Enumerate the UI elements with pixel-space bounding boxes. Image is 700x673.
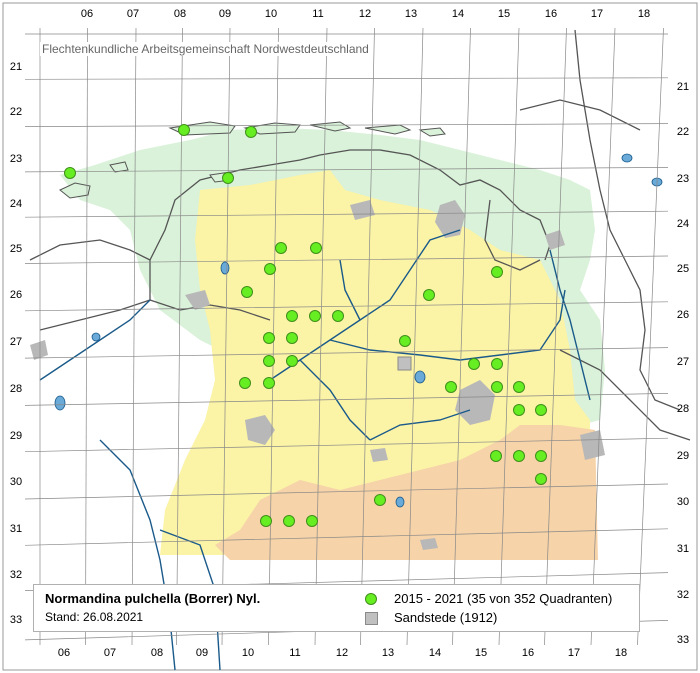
column-label: 08 — [151, 647, 163, 659]
record-dot-recent — [374, 494, 386, 506]
record-dot-recent — [239, 377, 251, 389]
row-label: 23 — [10, 153, 22, 165]
record-dot-recent — [513, 381, 525, 393]
column-label: 09 — [196, 647, 208, 659]
column-label: 13 — [382, 647, 394, 659]
column-label: 18 — [615, 647, 627, 659]
record-dot-recent — [264, 263, 276, 275]
row-label: 30 — [677, 496, 689, 508]
row-label: 27 — [677, 356, 689, 368]
legend-historic-label: Sandstede (1912) — [394, 610, 498, 625]
record-dot-recent — [263, 377, 275, 389]
row-label: 24 — [677, 218, 689, 230]
legend-recent-dot-icon — [365, 593, 377, 605]
row-label: 21 — [10, 61, 22, 73]
record-dot-recent — [309, 310, 321, 322]
row-label: 24 — [10, 198, 22, 210]
record-dot-recent — [491, 358, 503, 370]
record-dot-recent — [491, 266, 503, 278]
record-dot-recent — [286, 310, 298, 322]
row-label: 31 — [677, 543, 689, 555]
legend-recent-label: 2015 - 2021 (35 von 352 Quadranten) — [394, 591, 613, 606]
legend-date: Stand: 26.08.2021 — [45, 610, 144, 624]
row-label: 30 — [10, 476, 22, 488]
record-dot-recent — [468, 358, 480, 370]
row-label: 29 — [677, 450, 689, 462]
row-label: 25 — [10, 243, 22, 255]
row-label: 22 — [10, 106, 22, 118]
legend: Normandina pulchella (Borrer) Nyl. Stand… — [33, 584, 640, 632]
record-dot-recent — [263, 332, 275, 344]
record-dot-recent — [64, 167, 76, 179]
column-label: 11 — [312, 8, 323, 20]
record-dot-recent — [332, 310, 344, 322]
column-label: 13 — [405, 8, 417, 20]
column-label: 11 — [289, 647, 300, 659]
column-label: 15 — [498, 8, 510, 20]
row-label: 26 — [10, 289, 22, 301]
column-label: 10 — [242, 647, 254, 659]
historic-records — [397, 356, 412, 371]
row-label: 29 — [10, 430, 22, 442]
column-label: 12 — [336, 647, 348, 659]
record-square-historic — [397, 356, 412, 371]
record-dot-recent — [286, 332, 298, 344]
row-label: 26 — [677, 309, 689, 321]
column-label: 15 — [475, 647, 487, 659]
record-dot-recent — [283, 515, 295, 527]
column-label: 14 — [452, 8, 464, 20]
record-dot-recent — [260, 515, 272, 527]
map-canvas: 06 07 08 09 10 11 12 13 14 15 16 17 18 06 07 08 09 10 11 1… — [2, 2, 698, 671]
column-label: 07 — [127, 8, 139, 20]
record-dot-recent — [275, 242, 287, 254]
map-credit: Flechtenkundliche Arbeitsgemeinschaft No… — [40, 42, 371, 56]
record-dot-recent — [241, 286, 253, 298]
record-dot-recent — [513, 404, 525, 416]
column-label: 18 — [638, 8, 650, 20]
record-dot-recent — [535, 404, 547, 416]
row-label: 22 — [677, 126, 689, 138]
legend-species: Normandina pulchella (Borrer) Nyl. — [45, 591, 261, 606]
row-label: 32 — [10, 569, 22, 581]
column-label: 10 — [265, 8, 277, 20]
record-dot-recent — [491, 381, 503, 393]
column-label: 16 — [522, 647, 534, 659]
row-label: 31 — [10, 523, 22, 535]
column-label: 06 — [81, 8, 93, 20]
column-label: 17 — [591, 8, 603, 20]
record-dot-recent — [263, 355, 275, 367]
record-dot-recent — [306, 515, 318, 527]
column-label: 16 — [545, 8, 557, 20]
row-label: 32 — [677, 589, 689, 601]
record-dot-recent — [490, 450, 502, 462]
column-label: 17 — [568, 647, 580, 659]
legend-historic-square-icon — [365, 612, 378, 625]
column-label: 07 — [104, 647, 116, 659]
column-label: 08 — [174, 8, 186, 20]
column-label: 06 — [58, 647, 70, 659]
record-dot-recent — [310, 242, 322, 254]
record-dot-recent — [399, 335, 411, 347]
row-label: 33 — [10, 614, 22, 626]
row-label: 28 — [10, 383, 22, 395]
column-label: 09 — [219, 8, 231, 20]
column-label: 12 — [359, 8, 371, 20]
record-dot-recent — [286, 355, 298, 367]
record-dot-recent — [178, 124, 190, 136]
row-label: 27 — [10, 336, 22, 348]
record-dot-recent — [445, 381, 457, 393]
record-dot-recent — [513, 450, 525, 462]
row-label: 23 — [677, 173, 689, 185]
record-dot-recent — [535, 473, 547, 485]
record-dot-recent — [423, 289, 435, 301]
row-label: 21 — [677, 81, 689, 93]
record-dot-recent — [535, 450, 547, 462]
row-label: 25 — [677, 263, 689, 275]
column-label: 14 — [429, 647, 441, 659]
row-label: 33 — [677, 634, 689, 646]
distribution-map: 06 07 08 09 10 11 12 13 14 15 16 17 18 06 07 08 09 10 11 1… — [0, 0, 700, 673]
row-label: 28 — [677, 403, 689, 415]
record-dot-recent — [222, 172, 234, 184]
record-dot-recent — [245, 126, 257, 138]
